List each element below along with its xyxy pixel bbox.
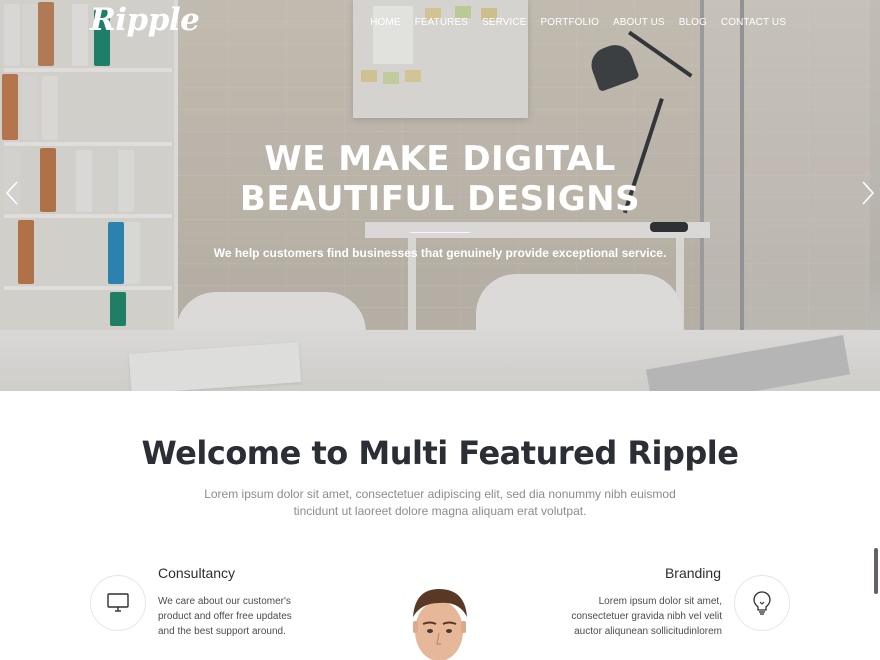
hero-title-line-2: BEAUTIFUL DESIGNS (239, 179, 641, 219)
hero-subtitle: We help customers find businesses that g… (213, 246, 667, 260)
branding-text: Lorem ipsum dolor sit amet, consectetuer… (571, 596, 722, 637)
welcome-text: Lorem ipsum dolor sit amet, consectetuer… (200, 486, 680, 520)
branding-title: Branding (664, 565, 721, 581)
nav-blog[interactable]: BLOG (679, 17, 707, 28)
welcome-text-line-2: tincidunt ut laoreet dolore magna aliqua… (293, 504, 587, 518)
hero-divider (410, 232, 470, 233)
main-navigation: HOME FEATURES SERVICE PORTFOLIO ABOUT US… (370, 17, 786, 28)
nav-service[interactable]: SERVICE (482, 17, 526, 28)
nav-portfolio[interactable]: PORTFOLIO (540, 17, 599, 28)
site-logo[interactable]: Ripple (90, 2, 200, 38)
nav-home[interactable]: HOME (370, 17, 400, 28)
hero-title: WE MAKE DIGITAL BEAUTIFUL DESIGNS (0, 139, 880, 219)
nav-features[interactable]: FEATURES (415, 17, 468, 28)
nav-about-us[interactable]: ABOUT US (613, 17, 665, 28)
team-member-photo (401, 587, 477, 660)
hero-title-line-1: WE MAKE DIGITAL (264, 139, 616, 179)
branding-icon-circle (734, 575, 790, 631)
consultancy-text: We care about our customer's product and… (158, 596, 292, 637)
lightbulb-icon (753, 591, 771, 615)
welcome-text-line-1: Lorem ipsum dolor sit amet, consectetuer… (204, 487, 676, 501)
hero-slider: Ripple HOME FEATURES SERVICE PORTFOLIO A… (0, 0, 880, 391)
consultancy-icon-circle (90, 575, 146, 631)
consultancy-title: Consultancy (158, 565, 236, 581)
nav-contact-us[interactable]: CONTACT US (721, 17, 786, 28)
page-scrollbar-thumb[interactable] (874, 548, 878, 594)
monitor-icon (107, 593, 129, 612)
welcome-title: Welcome to Multi Featured Ripple (141, 434, 739, 472)
